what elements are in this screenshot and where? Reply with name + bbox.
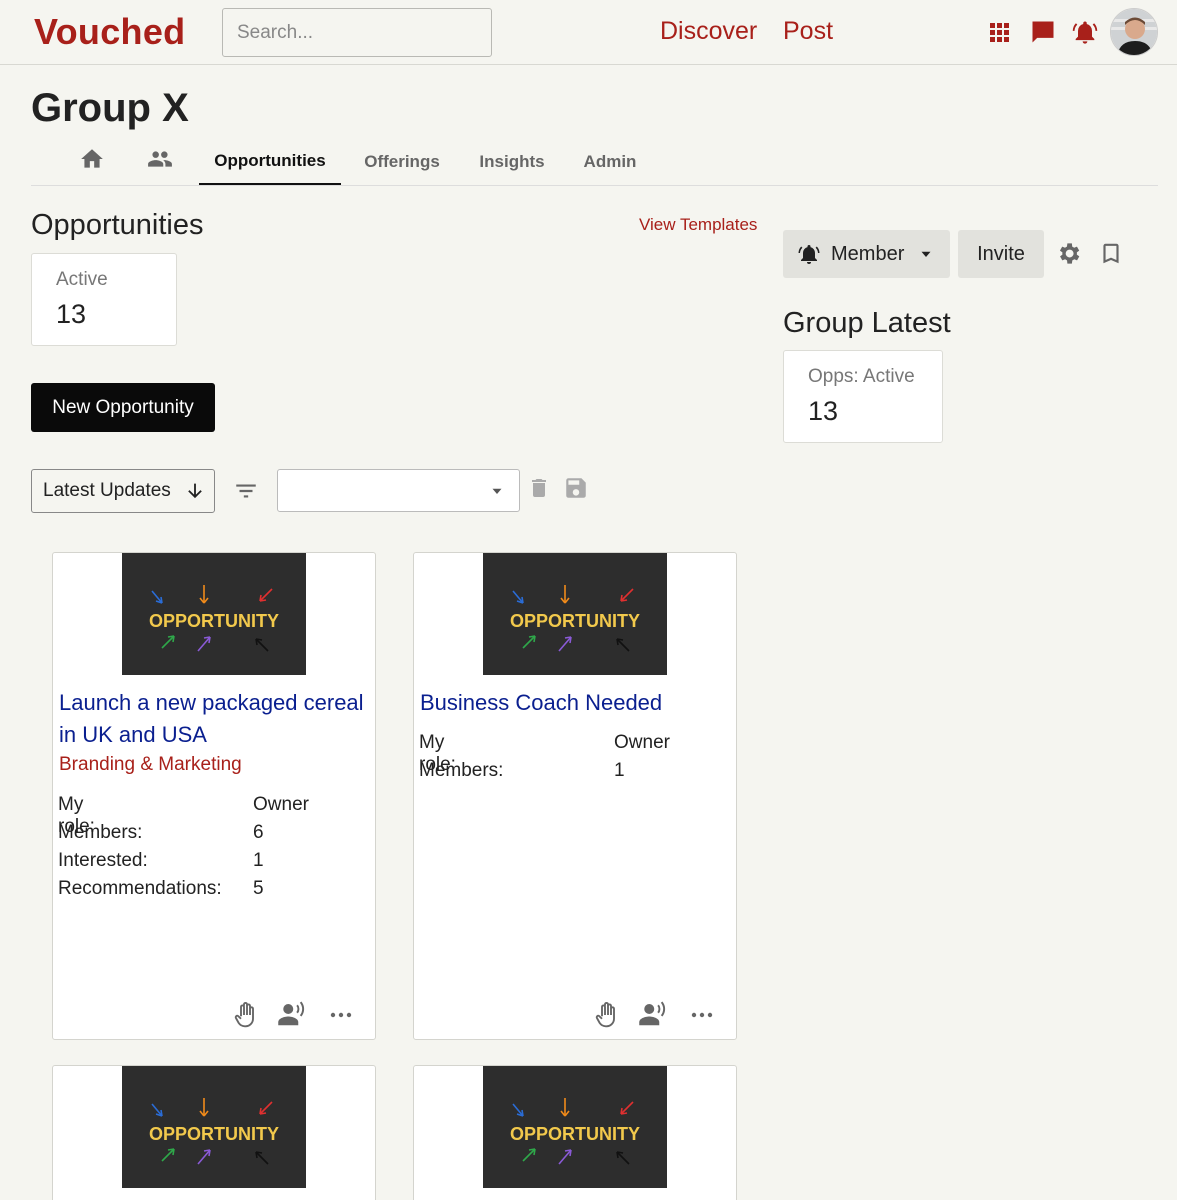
stat-label: Opps: Active — [808, 366, 915, 387]
opportunity-card[interactable]: OPPORTUNITY Launch a new packaged cereal… — [52, 552, 376, 1040]
tab-opportunities[interactable]: Opportunities — [199, 138, 341, 185]
row-label: Members: — [419, 760, 504, 781]
opps-active-stat-card[interactable]: Opps: Active 13 — [783, 350, 943, 443]
sort-button[interactable]: Latest Updates — [31, 469, 215, 513]
save-icon[interactable] — [563, 475, 589, 506]
image-text: OPPORTUNITY — [149, 1124, 279, 1144]
opportunity-image[interactable]: OPPORTUNITY — [483, 553, 667, 675]
row-value: Owner — [253, 794, 309, 815]
row-value: 1 — [253, 850, 264, 871]
notification-bell-icon[interactable] — [1071, 18, 1099, 46]
card-title[interactable]: Business Coach Needed — [420, 687, 730, 719]
opportunity-card[interactable]: OPPORTUNITY — [413, 1065, 737, 1200]
nav-discover[interactable]: Discover — [660, 17, 757, 46]
delete-icon[interactable] — [527, 475, 551, 506]
arrow-down-icon — [184, 480, 206, 508]
logo[interactable]: Vouched — [34, 11, 185, 53]
more-options-icon[interactable] — [329, 1005, 353, 1030]
apps-grid-icon[interactable] — [987, 20, 1011, 44]
row-label: Interested: — [58, 850, 148, 871]
bookmark-icon[interactable] — [1098, 240, 1124, 272]
opportunity-card[interactable]: OPPORTUNITY — [52, 1065, 376, 1200]
dropdown-caret-icon — [488, 482, 506, 505]
raise-hand-icon[interactable] — [231, 999, 261, 1036]
active-stat-card[interactable]: Active 13 — [31, 253, 177, 346]
image-text: OPPORTUNITY — [510, 1124, 640, 1144]
row-label: Members: — [58, 822, 143, 843]
tab-offerings[interactable]: Offerings — [357, 138, 447, 185]
row-value: 1 — [614, 760, 625, 781]
opportunity-image[interactable]: OPPORTUNITY — [483, 1066, 667, 1188]
search-input[interactable] — [222, 8, 492, 57]
image-text: OPPORTUNITY — [149, 611, 279, 631]
recommend-voice-icon[interactable] — [276, 999, 308, 1034]
new-opportunity-button[interactable]: New Opportunity — [31, 383, 215, 432]
row-value: Owner — [614, 732, 670, 753]
sort-label: Latest Updates — [43, 480, 171, 501]
chevron-down-icon — [917, 245, 935, 269]
nav-post[interactable]: Post — [783, 17, 833, 46]
member-label: Member — [831, 242, 905, 265]
card-title[interactable]: Launch a new packaged cereal in UK and U… — [59, 687, 369, 751]
group-latest-title: Group Latest — [783, 307, 951, 339]
image-text: OPPORTUNITY — [510, 611, 640, 631]
member-button[interactable]: Member — [783, 230, 950, 278]
opportunity-image[interactable]: OPPORTUNITY — [122, 1066, 306, 1188]
home-icon — [79, 146, 105, 177]
stat-value: 13 — [808, 396, 839, 426]
view-templates-link[interactable]: View Templates — [639, 215, 757, 235]
user-avatar[interactable] — [1110, 8, 1158, 56]
stat-value: 13 — [56, 299, 87, 329]
opportunity-card[interactable]: OPPORTUNITY Business Coach Needed My rol… — [413, 552, 737, 1040]
chat-icon[interactable] — [1029, 18, 1057, 46]
card-category: Branding & Marketing — [59, 754, 242, 775]
tab-insights[interactable]: Insights — [471, 138, 553, 185]
filter-select[interactable] — [277, 469, 520, 512]
tab-members[interactable] — [143, 138, 177, 185]
tab-admin[interactable]: Admin — [576, 138, 644, 185]
invite-button[interactable]: Invite — [958, 230, 1044, 278]
people-icon — [145, 146, 175, 177]
settings-gear-icon[interactable] — [1055, 240, 1082, 272]
tab-home[interactable] — [76, 138, 108, 185]
top-bar: Vouched Discover Post — [0, 0, 1177, 65]
opportunity-image[interactable]: OPPORTUNITY — [122, 553, 306, 675]
stat-label: Active — [56, 269, 108, 290]
page-title: Group X — [31, 86, 189, 130]
more-options-icon[interactable] — [690, 1005, 714, 1030]
bell-icon — [797, 242, 821, 272]
raise-hand-icon[interactable] — [592, 999, 622, 1036]
row-label: Recommendations: — [58, 878, 222, 899]
section-title: Opportunities — [31, 209, 204, 241]
tab-bar: Opportunities Offerings Insights Admin — [31, 138, 1158, 186]
filter-icon[interactable] — [233, 478, 259, 509]
row-value: 6 — [253, 822, 264, 843]
row-value: 5 — [253, 878, 264, 899]
recommend-voice-icon[interactable] — [637, 999, 669, 1034]
